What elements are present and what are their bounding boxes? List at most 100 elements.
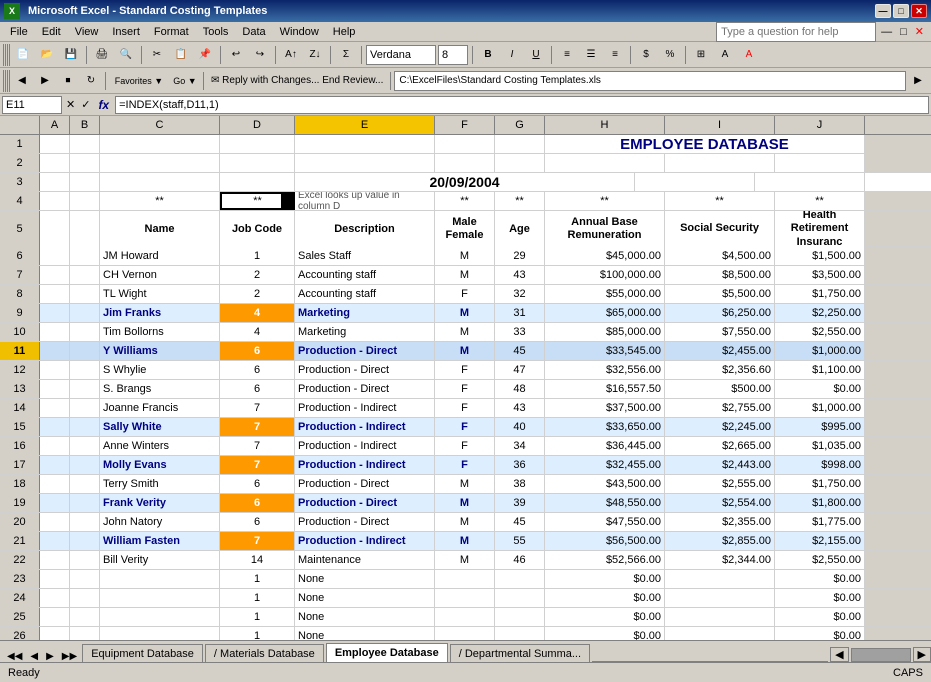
cell-job-code[interactable]: 6 <box>220 513 295 531</box>
cell-description[interactable]: Production - Direct <box>295 494 435 512</box>
cell-social[interactable]: $2,443.00 <box>665 456 775 474</box>
cell-description[interactable]: Marketing <box>295 323 435 341</box>
cell-name[interactable] <box>100 589 220 607</box>
cell-job-code[interactable]: 7 <box>220 437 295 455</box>
restore-icon[interactable]: □ <box>897 26 910 38</box>
cell-b[interactable] <box>70 342 100 360</box>
row-num[interactable]: 23 <box>0 570 40 588</box>
tab-employee-database[interactable]: Employee Database <box>326 643 448 662</box>
row-num[interactable]: 7 <box>0 266 40 284</box>
cell-annual[interactable]: $0.00 <box>545 608 665 626</box>
cell-gender[interactable]: M <box>435 342 495 360</box>
cell-health[interactable]: $2,550.00 <box>775 323 865 341</box>
cell-name[interactable] <box>100 570 220 588</box>
cell-health[interactable]: $3,500.00 <box>775 266 865 284</box>
cell-a[interactable] <box>40 304 70 322</box>
cell-description[interactable]: Production - Direct <box>295 380 435 398</box>
cell-name[interactable]: S. Brangs <box>100 380 220 398</box>
cell-job-code[interactable]: 4 <box>220 323 295 341</box>
cell-health[interactable]: $1,035.00 <box>775 437 865 455</box>
cell-age[interactable]: 33 <box>495 323 545 341</box>
cell-age[interactable]: 46 <box>495 551 545 569</box>
cell-gender[interactable] <box>435 589 495 607</box>
cell-a[interactable] <box>40 285 70 303</box>
cell-gender[interactable] <box>435 627 495 640</box>
cell-job-code[interactable]: 2 <box>220 266 295 284</box>
row-num[interactable]: 1 <box>0 135 40 153</box>
menu-edit[interactable]: Edit <box>36 24 67 40</box>
cell-b[interactable] <box>70 456 100 474</box>
cell-a[interactable] <box>40 418 70 436</box>
row-num[interactable]: 18 <box>0 475 40 493</box>
minimize-icon[interactable]: — <box>878 26 895 38</box>
row-num[interactable]: 21 <box>0 532 40 550</box>
cell-social[interactable]: $500.00 <box>665 380 775 398</box>
cell-age[interactable] <box>495 570 545 588</box>
cell-job-code[interactable]: 7 <box>220 399 295 417</box>
undo-button[interactable]: ↩ <box>225 44 247 66</box>
address-input[interactable] <box>394 71 906 91</box>
row-num[interactable]: 19 <box>0 494 40 512</box>
cut-button[interactable]: ✂ <box>146 44 168 66</box>
row-num[interactable]: 17 <box>0 456 40 474</box>
cell-name[interactable]: Terry Smith <box>100 475 220 493</box>
cell-social[interactable]: $4,500.00 <box>665 247 775 265</box>
cell-age[interactable]: 38 <box>495 475 545 493</box>
cell-health[interactable]: $0.00 <box>775 570 865 588</box>
col-header-a[interactable]: A <box>40 116 70 134</box>
cell-b[interactable] <box>70 361 100 379</box>
cell-social[interactable]: $2,455.00 <box>665 342 775 360</box>
cell-annual[interactable]: $55,000.00 <box>545 285 665 303</box>
cell-name[interactable]: Jim Franks <box>100 304 220 322</box>
cell-gender[interactable]: F <box>435 399 495 417</box>
cell-health[interactable]: $1,500.00 <box>775 247 865 265</box>
row-num[interactable]: 14 <box>0 399 40 417</box>
cell-social[interactable]: $2,665.00 <box>665 437 775 455</box>
cell-gender[interactable] <box>435 608 495 626</box>
cell-description[interactable]: Production - Indirect <box>295 399 435 417</box>
tab-materials-database[interactable]: / Materials Database <box>205 644 324 662</box>
cell-a[interactable] <box>40 247 70 265</box>
cell-annual[interactable]: $36,445.00 <box>545 437 665 455</box>
new-button[interactable]: 📄 <box>12 44 34 66</box>
col-header-i[interactable]: I <box>665 116 775 134</box>
cell-b[interactable] <box>70 380 100 398</box>
cell-b[interactable] <box>70 399 100 417</box>
row-num[interactable]: 12 <box>0 361 40 379</box>
cell-h1[interactable]: EMPLOYEE DATABASE <box>545 135 865 153</box>
cell-a[interactable] <box>40 608 70 626</box>
menu-format[interactable]: Format <box>148 24 195 40</box>
row-num[interactable]: 5 <box>0 211 40 247</box>
row-num[interactable]: 2 <box>0 154 40 172</box>
row-num[interactable]: 26 <box>0 627 40 640</box>
col-header-c[interactable]: C <box>100 116 220 134</box>
cell-description[interactable]: Production - Direct <box>295 513 435 531</box>
cell-age[interactable]: 39 <box>495 494 545 512</box>
cell-social[interactable]: $7,550.00 <box>665 323 775 341</box>
cell-a[interactable] <box>40 475 70 493</box>
cell-c1[interactable] <box>100 135 220 153</box>
bold-button[interactable]: B <box>477 44 499 66</box>
cell-age[interactable]: 45 <box>495 342 545 360</box>
save-button[interactable]: 💾 <box>60 44 82 66</box>
font-size-input[interactable] <box>438 45 468 65</box>
cell-d1[interactable] <box>220 135 295 153</box>
cell-social[interactable]: $6,250.00 <box>665 304 775 322</box>
cell-e1[interactable] <box>295 135 435 153</box>
cell-description[interactable]: Production - Indirect <box>295 532 435 550</box>
cell-social[interactable] <box>665 570 775 588</box>
col-header-e[interactable]: E <box>295 116 435 134</box>
cell-gender[interactable]: F <box>435 285 495 303</box>
cell-annual[interactable]: $32,455.00 <box>545 456 665 474</box>
col-header-g[interactable]: G <box>495 116 545 134</box>
cell-b[interactable] <box>70 418 100 436</box>
cell-health[interactable]: $0.00 <box>775 380 865 398</box>
row-num[interactable]: 20 <box>0 513 40 531</box>
cell-health[interactable]: $1,000.00 <box>775 399 865 417</box>
cell-gender[interactable]: M <box>435 551 495 569</box>
cell-description[interactable]: Sales Staff <box>295 247 435 265</box>
scroll-left-button[interactable]: ◀◀ <box>4 651 25 662</box>
col-header-j[interactable]: J <box>775 116 865 134</box>
row-num[interactable]: 6 <box>0 247 40 265</box>
row-num[interactable]: 11 <box>0 342 40 360</box>
